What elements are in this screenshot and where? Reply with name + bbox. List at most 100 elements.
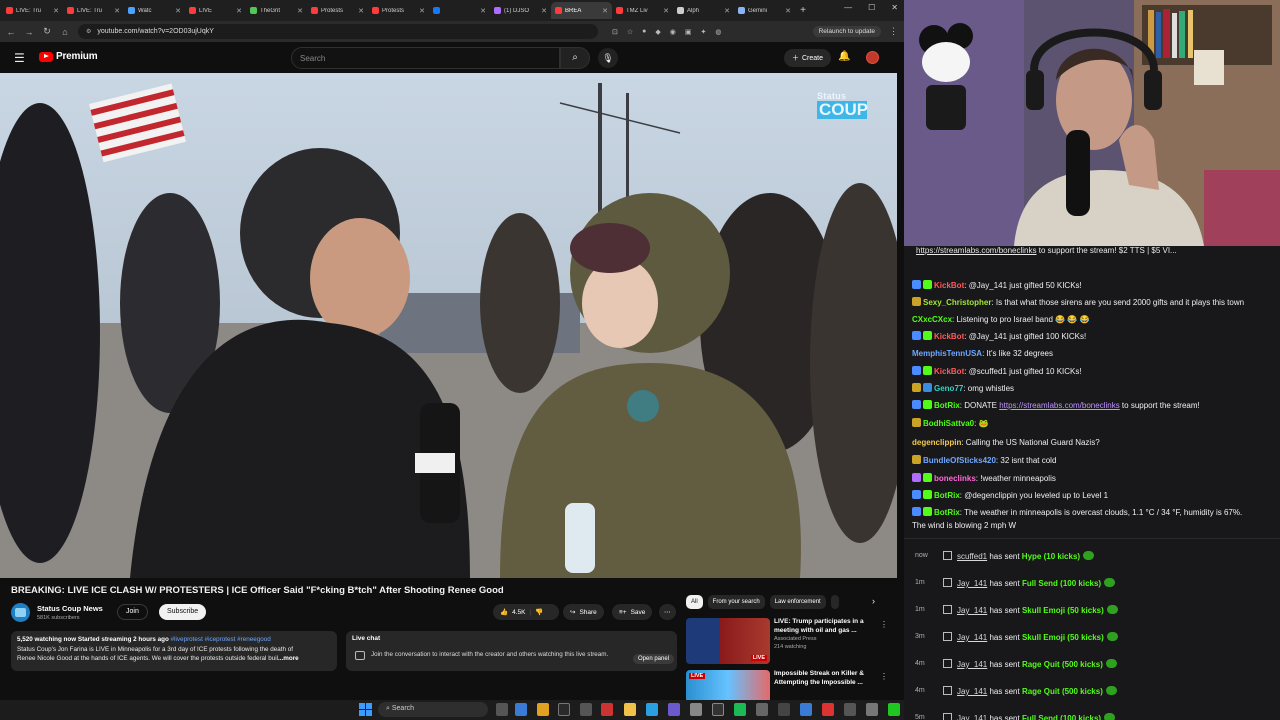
browser-menu-icon[interactable]: ⋮ [889, 26, 898, 37]
search-input[interactable]: Search [291, 47, 560, 69]
spotify-icon[interactable] [734, 703, 746, 716]
browser-tab[interactable]: ✕ [429, 2, 490, 19]
event-user[interactable]: scuffed1 [957, 552, 987, 561]
relaunch-button[interactable]: Relaunch to update [812, 26, 881, 37]
bookmark-star-icon[interactable]: ☆ [627, 28, 633, 36]
voice-search-button[interactable]: 🎙 [598, 48, 618, 68]
event-user[interactable]: Jay_141 [957, 660, 987, 669]
tab-close-icon[interactable]: ✕ [785, 7, 791, 15]
app-icon[interactable] [668, 703, 680, 716]
account-avatar[interactable] [866, 51, 879, 64]
app-icon[interactable] [712, 703, 724, 716]
close-icon[interactable]: ✕ [891, 3, 898, 12]
reload-icon[interactable]: ↻ [42, 26, 52, 37]
app-icon[interactable] [558, 703, 570, 716]
app-icon[interactable] [601, 703, 613, 716]
chat-username[interactable]: KickBot [934, 332, 964, 341]
event-user[interactable]: Jay_141 [957, 687, 987, 696]
home-icon[interactable]: ⌂ [60, 27, 70, 37]
chip-all[interactable]: All [686, 595, 703, 609]
forward-icon[interactable]: → [24, 27, 34, 37]
windows-start-icon[interactable] [359, 703, 372, 716]
tab-close-icon[interactable]: ✕ [175, 7, 181, 15]
telegram-icon[interactable] [646, 703, 658, 716]
event-user[interactable]: Jay_141 [957, 714, 987, 720]
recommended-video[interactable]: LIVE LIVE: Trump participates in a meeti… [686, 618, 891, 668]
thumbs-down-icon[interactable]: 👎 [535, 608, 543, 616]
browser-tab[interactable]: Watc ✕ [124, 2, 185, 19]
donation-link[interactable]: https://streamlabs.com/boneclinks [916, 246, 1037, 255]
tab-close-icon[interactable]: ✕ [480, 7, 486, 15]
install-icon[interactable]: ⊡ [612, 28, 618, 36]
app-icon[interactable] [822, 703, 834, 716]
edge-icon[interactable] [515, 703, 527, 716]
notifications-bell-icon[interactable]: 🔔 [838, 51, 850, 62]
chrome-icon[interactable] [537, 703, 549, 716]
browser-tab[interactable]: Alph ✕ [673, 2, 734, 19]
chat-username[interactable]: MemphisTennUSA [912, 349, 982, 358]
chat-username[interactable]: boneclinks [934, 474, 976, 483]
minimize-icon[interactable]: — [844, 3, 852, 12]
browser-tab[interactable]: (1) DJSO ✕ [490, 2, 551, 19]
event-user[interactable]: Jay_141 [957, 606, 987, 615]
extension-icon[interactable]: ◆ [655, 28, 660, 36]
share-button[interactable]: ↪ Share [563, 604, 604, 620]
chat-link[interactable]: https://streamlabs.com/boneclinks [999, 401, 1120, 410]
join-button[interactable]: Join [117, 604, 148, 620]
chat-username[interactable]: BotRix [934, 508, 960, 517]
browser-tab[interactable]: Gemini ✕ [734, 2, 795, 19]
tab-close-icon[interactable]: ✕ [53, 7, 59, 15]
site-info-icon[interactable]: ⚙ [86, 28, 91, 35]
create-button[interactable]: ＋ Create [784, 49, 832, 67]
channel-avatar[interactable] [11, 603, 30, 622]
browser-tab[interactable]: Protests ✕ [368, 2, 429, 19]
chip-partial[interactable] [830, 595, 839, 609]
chat-username[interactable]: KickBot [934, 281, 964, 290]
tab-close-icon[interactable]: ✕ [297, 7, 303, 15]
url-field[interactable]: ⚙ youtube.com/watch?v=2OD03ujUqkY [78, 24, 598, 39]
taskbar-search[interactable]: ⌕ Search [378, 702, 488, 717]
puzzle-icon[interactable]: ✦ [701, 28, 707, 36]
task-view-icon[interactable] [496, 703, 508, 716]
hamburger-icon[interactable]: ☰ [14, 51, 25, 65]
browser-tab[interactable]: TheGrit ✕ [246, 2, 307, 19]
hashtags[interactable]: #liveprotest #iceprotest #reneegood [171, 636, 271, 643]
browser-tab[interactable]: LIVE: Tru ✕ [2, 2, 63, 19]
browser-tab[interactable]: Protests ✕ [307, 2, 368, 19]
app-icon[interactable] [866, 703, 878, 716]
chat-username[interactable]: BotRix [934, 401, 960, 410]
kick-icon[interactable] [888, 703, 900, 716]
event-user[interactable]: Jay_141 [957, 579, 987, 588]
tab-close-icon[interactable]: ✕ [419, 7, 425, 15]
tab-close-icon[interactable]: ✕ [114, 7, 120, 15]
chat-username[interactable]: CXxcCXcx [912, 315, 952, 324]
maximize-icon[interactable]: ☐ [868, 3, 875, 12]
chevron-right-icon[interactable]: › [872, 596, 875, 606]
video-player[interactable]: Status COUP [0, 73, 897, 578]
more-vertical-icon[interactable]: ⋮ [880, 620, 888, 629]
description-box[interactable]: 5,520 watching now Started streaming 2 h… [11, 631, 337, 671]
app-icon[interactable] [756, 703, 768, 716]
chat-username[interactable]: KickBot [934, 367, 964, 376]
chat-username[interactable]: degenclippin [912, 438, 961, 447]
search-button[interactable]: ⌕ [560, 47, 590, 69]
chat-username[interactable]: BundleOfSticks420 [923, 456, 996, 465]
like-dislike-button[interactable]: 👍 4.5K | 👎 [493, 604, 559, 620]
chip-law-enforcement[interactable]: Law enforcement [769, 595, 826, 609]
app-icon[interactable] [778, 703, 790, 716]
recommended-video[interactable]: LIVE Impossible Streak on Killer & Attem… [686, 670, 891, 700]
new-tab-button[interactable]: + [797, 5, 809, 17]
browser-tab[interactable]: TMZ Liv ✕ [612, 2, 673, 19]
more-link[interactable]: ...more [278, 655, 299, 662]
tab-close-icon[interactable]: ✕ [358, 7, 364, 15]
save-button[interactable]: ≡+ Save [612, 604, 653, 620]
app-icon[interactable] [690, 703, 702, 716]
app-icon[interactable] [844, 703, 856, 716]
profile-icon[interactable]: ◍ [715, 28, 721, 36]
thumbs-up-icon[interactable]: 👍 [500, 608, 508, 616]
extension-icon[interactable]: ◉ [670, 28, 676, 36]
browser-tab[interactable]: LIVE: Tru ✕ [63, 2, 124, 19]
tab-close-icon[interactable]: ✕ [663, 7, 669, 15]
channel-name[interactable]: Status Coup News [37, 604, 103, 613]
back-icon[interactable]: ← [6, 27, 16, 37]
